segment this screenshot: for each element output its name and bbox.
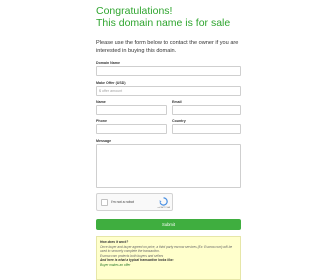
offer-input[interactable] (96, 86, 241, 96)
name-label: Name (96, 100, 106, 104)
name-input[interactable] (96, 105, 167, 115)
recaptcha-brand: reCAPTCHA (157, 207, 170, 209)
phone-input[interactable] (96, 124, 167, 134)
domain-name-input[interactable] (96, 66, 241, 76)
country-input[interactable] (172, 124, 241, 134)
country-label: Country (172, 119, 186, 123)
intro-text: Please use the form below to contact the… (96, 40, 239, 54)
info-answer-1: Once buyer and buyer agreed on price, a … (100, 244, 233, 254)
submit-button[interactable]: Submit (96, 219, 241, 230)
offer-label: Make Offer (USD) (96, 81, 126, 85)
recaptcha-logo-icon (159, 197, 168, 206)
recaptcha-checkbox[interactable] (101, 199, 108, 206)
phone-label: Phone (96, 119, 107, 123)
page: Congratulations! This domain name is for… (0, 0, 336, 280)
title-line-1: Congratulations! (96, 5, 173, 17)
email-input[interactable] (172, 105, 241, 115)
domain-name-label: Domain Name (96, 61, 120, 65)
recaptcha-widget: I'm not a robot reCAPTCHA (96, 193, 173, 211)
message-label: Message (96, 139, 112, 143)
title-line-2: This domain name is for sale (96, 17, 231, 29)
email-label: Email (172, 100, 182, 104)
message-textarea[interactable] (96, 144, 241, 188)
page-title: Congratulations! This domain name is for… (96, 5, 230, 29)
recaptcha-label: I'm not a robot (111, 200, 134, 204)
info-box: How does it work? Once buyer and buyer a… (96, 236, 241, 280)
info-list-item: Buyer makes an offer (100, 262, 131, 267)
